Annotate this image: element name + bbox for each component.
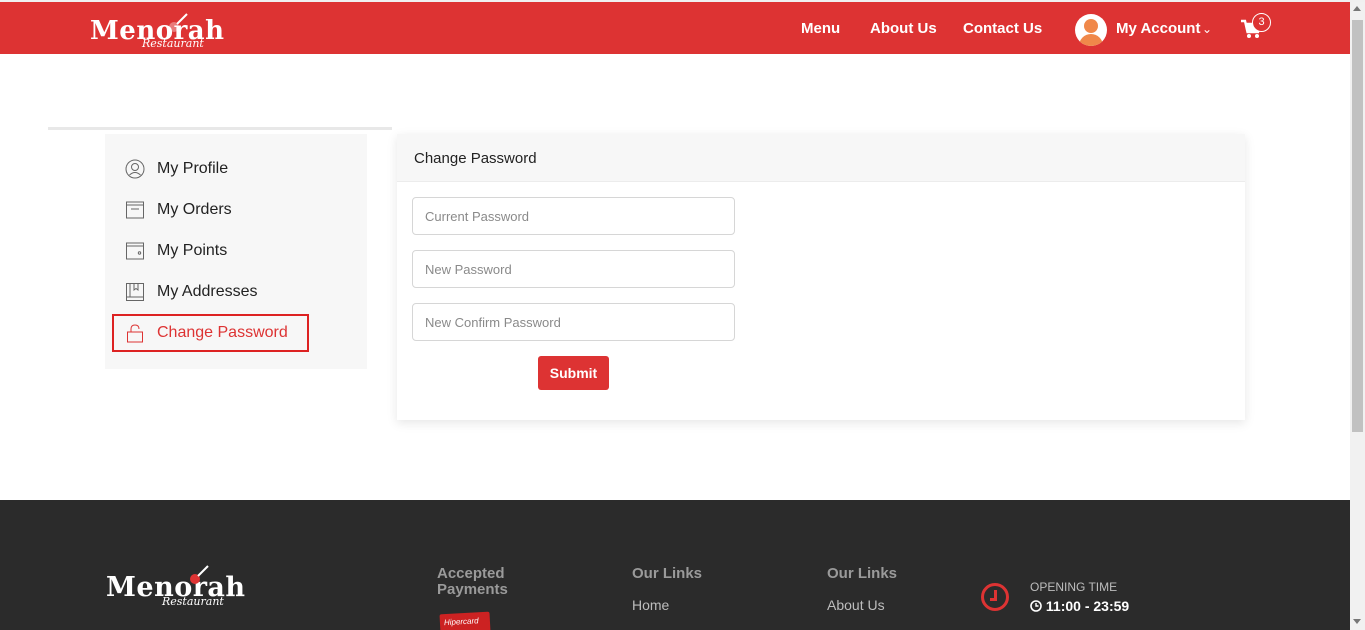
sidebar-item-label: My Orders <box>157 201 232 218</box>
page-title: Change Password <box>414 150 537 167</box>
new-password-field[interactable] <box>412 250 735 288</box>
nav-menu-link[interactable]: Menu <box>801 20 840 37</box>
clock-icon <box>981 583 1009 611</box>
my-account-menu[interactable]: My Account <box>1116 20 1200 37</box>
site-footer: Menorah Restaurant Accepted Payments Hip… <box>0 500 1350 630</box>
opening-hours-text: 11:00 - 23:59 <box>1045 598 1130 614</box>
footer-link-home[interactable]: Home <box>632 597 669 613</box>
archive-icon <box>126 201 144 219</box>
wallet-icon <box>126 242 144 260</box>
avatar-body <box>1079 34 1103 46</box>
sidebar-item-label: Change Password <box>157 324 288 341</box>
sidebar-item-label: My Points <box>157 242 228 259</box>
confirm-password-field[interactable] <box>412 303 735 341</box>
footer-link-about[interactable]: About Us <box>827 597 885 613</box>
our-links-heading-1: Our Links <box>632 565 703 582</box>
payments-heading: Accepted Payments <box>437 565 508 598</box>
opening-hours: 11:00 - 23:59 <box>1030 598 1129 614</box>
avatar-head <box>1084 19 1098 33</box>
opening-time-label: OPENING TIME <box>1030 580 1118 594</box>
sidebar-item-my-points[interactable]: My Points <box>125 237 227 265</box>
brand-logo[interactable]: Menorah Restaurant <box>90 12 240 52</box>
current-password-field[interactable] <box>412 197 735 235</box>
avatar[interactable] <box>1075 14 1107 46</box>
bottom-bar <box>48 127 392 130</box>
spoon-icon <box>190 565 209 584</box>
scroll-up-arrow-icon[interactable] <box>1353 6 1361 11</box>
sidebar-item-my-addresses[interactable]: My Addresses <box>125 278 257 306</box>
card-label: Hipercard <box>443 616 479 628</box>
nav-contact-link[interactable]: Contact Us <box>963 20 1042 37</box>
sidebar-item-change-password[interactable]: Change Password <box>125 319 288 347</box>
brand-tagline: Restaurant <box>142 37 204 50</box>
spoon-icon <box>169 13 188 32</box>
user-circle-icon <box>125 159 145 179</box>
scrollbar-thumb[interactable] <box>1352 20 1363 432</box>
our-links-heading-2: Our Links <box>827 565 898 582</box>
submit-button[interactable]: Submit <box>538 356 609 390</box>
account-sidebar: My Profile My Orders My Points My Addres… <box>105 134 367 369</box>
scroll-down-arrow-icon[interactable] <box>1353 619 1361 624</box>
sidebar-item-my-orders[interactable]: My Orders <box>125 196 232 224</box>
sidebar-item-label: My Profile <box>157 160 229 177</box>
site-header: Menorah Restaurant Menu About Us Contact… <box>0 2 1350 54</box>
footer-brand-tagline: Restaurant <box>162 595 224 608</box>
hipercard-logo: Hipercard <box>439 611 491 630</box>
book-icon <box>126 283 144 301</box>
chevron-down-icon[interactable]: ⌄ <box>1202 22 1212 36</box>
nav-about-link[interactable]: About Us <box>870 20 937 37</box>
lock-icon <box>127 324 143 343</box>
footer-brand-logo[interactable]: Menorah Restaurant <box>106 565 266 610</box>
vertical-scrollbar[interactable] <box>1350 2 1365 630</box>
sidebar-item-my-profile[interactable]: My Profile <box>125 155 228 183</box>
panel-header: Change Password <box>397 134 1245 182</box>
small-clock-icon <box>1030 600 1042 612</box>
cart-count-badge: 3 <box>1252 13 1271 32</box>
sidebar-item-label: My Addresses <box>157 283 258 300</box>
change-password-panel: Change Password Submit <box>397 134 1245 420</box>
